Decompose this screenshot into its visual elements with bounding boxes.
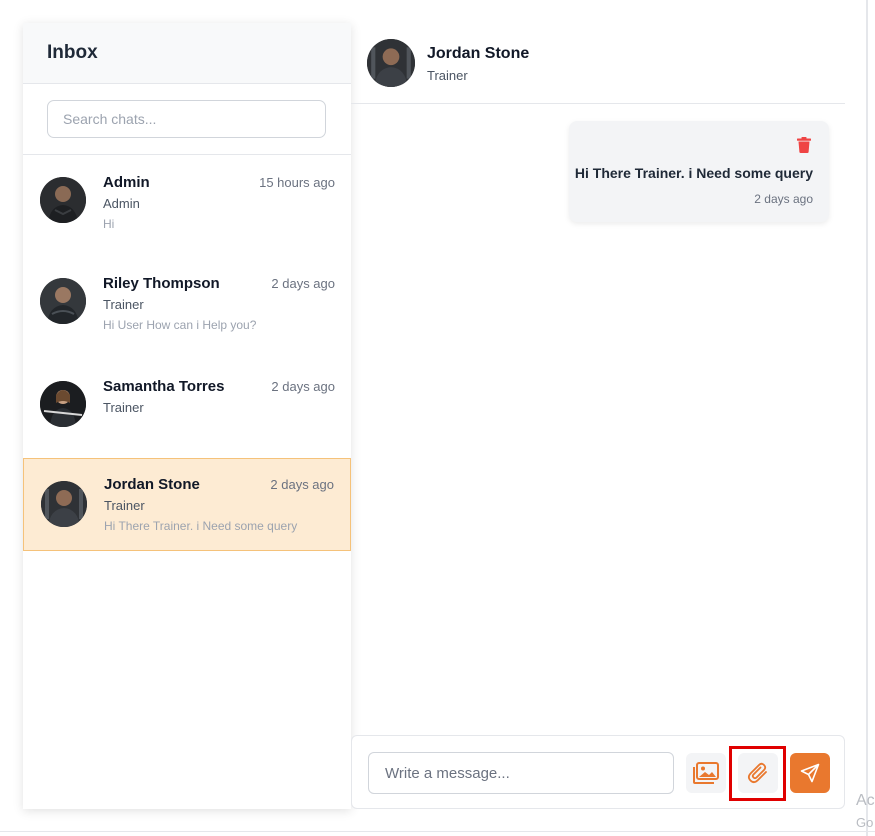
watermark-line: Ac	[856, 792, 875, 809]
contact-role: Trainer	[427, 68, 468, 83]
window-edge	[0, 831, 875, 832]
chat-time: 2 days ago	[270, 477, 334, 492]
avatar	[40, 278, 86, 324]
sidebar-header: Inbox	[23, 23, 351, 84]
chat-item-admin[interactable]: Admin 15 hours ago Admin Hi	[23, 155, 351, 256]
chat-preview: Hi There Trainer. i Need some query	[104, 519, 298, 533]
chat-header: Jordan Stone Trainer	[351, 23, 845, 104]
contact-name: Jordan Stone	[427, 45, 530, 62]
attach-file-button[interactable]	[738, 753, 778, 793]
image-upload-button[interactable]	[686, 753, 726, 793]
send-icon	[800, 763, 820, 783]
avatar	[41, 481, 87, 527]
avatar	[40, 177, 86, 223]
inbox-title: Inbox	[47, 42, 98, 63]
chat-role: Trainer	[103, 400, 144, 415]
chat-preview: Hi User How can i Help you?	[103, 318, 257, 332]
search-input[interactable]	[47, 100, 326, 138]
chat-page: Inbox Admin 15 hours ago Admin Hi	[0, 0, 875, 836]
watermark-line: Go	[856, 815, 874, 830]
chat-item-samantha-torres[interactable]: Samantha Torres 2 days ago Trainer	[23, 357, 351, 458]
chat-time: 2 days ago	[271, 379, 335, 394]
chat-name: Jordan Stone	[104, 476, 200, 493]
chat-role: Trainer	[104, 498, 145, 513]
message-composer	[351, 735, 845, 809]
chat-item-riley-thompson[interactable]: Riley Thompson 2 days ago Trainer Hi Use…	[23, 256, 351, 357]
trash-icon[interactable]	[797, 137, 811, 153]
message-bubble: Hi There Trainer. i Need some query 2 da…	[569, 121, 829, 222]
chat-time: 15 hours ago	[259, 175, 335, 190]
inbox-sidebar: Inbox Admin 15 hours ago Admin Hi	[23, 23, 351, 809]
chat-preview: Hi	[103, 217, 115, 231]
window-edge	[866, 0, 868, 836]
watermark: Ac Go	[856, 790, 875, 834]
chat-role: Admin	[103, 196, 140, 211]
chat-item-jordan-stone[interactable]: Jordan Stone 2 days ago Trainer Hi There…	[23, 458, 351, 551]
chat-time: 2 days ago	[271, 276, 335, 291]
message-input[interactable]	[368, 752, 674, 794]
avatar	[40, 381, 86, 427]
chat-role: Trainer	[103, 297, 144, 312]
message-time: 2 days ago	[754, 192, 813, 206]
send-button[interactable]	[790, 753, 830, 793]
chat-name: Samantha Torres	[103, 378, 225, 395]
avatar	[367, 39, 415, 87]
paperclip-icon	[747, 762, 767, 784]
chat-name: Admin	[103, 174, 150, 191]
message-text: Hi There Trainer. i Need some query	[574, 165, 813, 181]
chat-name: Riley Thompson	[103, 275, 220, 292]
image-icon	[693, 762, 719, 784]
search-container	[23, 84, 351, 155]
